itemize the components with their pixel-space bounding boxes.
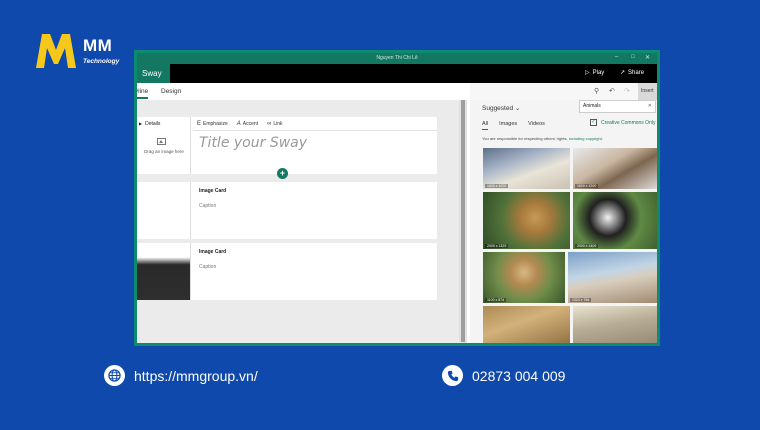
share-icon: ↗: [620, 70, 626, 76]
undo-icon[interactable]: ↶: [609, 87, 615, 95]
search-input[interactable]: Animals ✕: [579, 100, 656, 113]
brand-name: MM: [83, 36, 113, 55]
filter-images[interactable]: Images: [499, 121, 517, 130]
image-card[interactable]: Image Card Caption: [137, 182, 437, 239]
accent-icon: A: [236, 121, 241, 127]
image-thumbnail[interactable]: 1600 x 1000: [483, 148, 570, 189]
image-thumbnail[interactable]: 1600 x 1200: [573, 148, 657, 189]
mm-logo: MM Technology: [36, 34, 126, 70]
website-contact: https://mmgroup.vn/: [104, 365, 258, 386]
phone-number[interactable]: 02873 004 009: [472, 368, 565, 384]
title-card[interactable]: ▶ Details Drag an image here E Emphasize A…: [137, 117, 437, 174]
emphasize-icon: E: [197, 121, 202, 127]
clear-icon[interactable]: ✕: [648, 101, 652, 112]
link-icon: ∞: [267, 121, 272, 127]
app-name: Sway: [137, 64, 170, 83]
link-button[interactable]: ∞ Link: [267, 121, 282, 127]
app-bar: Sway ▷ Play ↗ Share ⋮: [137, 64, 657, 83]
phone-icon: [442, 365, 463, 386]
image-icon: [157, 138, 166, 145]
minimize-icon[interactable]: –: [615, 54, 618, 60]
card-heading: Image Card: [199, 249, 227, 255]
share-button[interactable]: ↗ Share: [620, 64, 644, 83]
details-toggle[interactable]: ▶ Details: [139, 121, 160, 127]
card-caption-input[interactable]: Caption: [199, 203, 216, 209]
play-button[interactable]: ▷ Play: [585, 64, 604, 83]
emphasize-button[interactable]: E Emphasize: [197, 121, 228, 127]
scrollbar[interactable]: [459, 100, 467, 343]
sway-window: Nguyen Thi Chi Lê – □ ✕ Sway ▷ Play ↗ Sh…: [134, 50, 660, 346]
card-caption-input[interactable]: Caption: [199, 264, 216, 270]
image-drop-area[interactable]: [137, 182, 191, 239]
insert-panel: ⚲ ↶ ↷ Insert Suggested ⌄ Animals ✕ All Im…: [470, 83, 657, 343]
m-logo-icon: [36, 34, 76, 68]
image-thumbnail[interactable]: [573, 306, 657, 343]
filter-videos[interactable]: Videos: [528, 121, 545, 130]
rights-notice: You are responsible for respecting other…: [482, 136, 603, 141]
window-title: Nguyen Thi Chi Lê: [376, 55, 418, 61]
view-tabs: Storyline Design: [137, 83, 467, 100]
image-thumbnail[interactable]: 1100 x 874: [483, 252, 565, 303]
caret-right-icon: ▶: [139, 121, 143, 126]
storyline-canvas: ▶ Details Drag an image here E Emphasize A…: [137, 100, 459, 343]
globe-icon: [104, 365, 125, 386]
redo-icon[interactable]: ↷: [624, 87, 630, 95]
image-thumbnail[interactable]: [483, 306, 570, 343]
panel-toolbar: ⚲ ↶ ↷ Insert: [470, 83, 657, 100]
more-options-icon[interactable]: ⋮: [655, 64, 657, 83]
image-thumbnail[interactable]: 2000 x 1329: [483, 192, 570, 249]
creative-commons-label: Creative Commons Only: [601, 120, 656, 126]
search-icon[interactable]: ⚲: [594, 87, 599, 95]
media-filters: All Images Videos: [482, 121, 545, 130]
insert-button[interactable]: Insert: [638, 83, 657, 100]
sway-title-input[interactable]: Title your Sway: [199, 135, 307, 151]
image-thumbnail[interactable]: 2000 x 1409: [573, 192, 657, 249]
accent-button[interactable]: A Accent: [237, 121, 258, 127]
image-card[interactable]: Image Card Caption: [137, 243, 437, 300]
suggested-dropdown[interactable]: Suggested ⌄: [482, 104, 520, 112]
tab-storyline[interactable]: Storyline: [137, 88, 149, 99]
scrollbar-thumb[interactable]: [461, 100, 465, 342]
image-drop-area[interactable]: [137, 243, 191, 300]
play-label: Play: [592, 70, 605, 76]
card-heading: Image Card: [199, 188, 227, 194]
creative-commons-checkbox[interactable]: ✓: [590, 119, 597, 126]
filter-all[interactable]: All: [482, 121, 489, 130]
divider: [193, 130, 437, 131]
tab-design[interactable]: Design: [161, 88, 181, 95]
share-label: Share: [628, 70, 645, 76]
brand-tagline: Technology: [83, 58, 120, 65]
chevron-down-icon: ⌄: [514, 105, 521, 112]
drag-image-hint: Drag an image here: [144, 149, 184, 154]
phone-contact: 02873 004 009: [442, 365, 565, 386]
title-bar: Nguyen Thi Chi Lê – □ ✕: [137, 53, 657, 64]
format-toolbar: E Emphasize A Accent ∞ Link: [197, 121, 283, 127]
copyright-link[interactable]: including copyright.: [569, 136, 603, 141]
add-card-button[interactable]: +: [277, 168, 288, 179]
website-link[interactable]: https://mmgroup.vn/: [134, 368, 258, 384]
close-icon[interactable]: ✕: [645, 54, 650, 61]
play-icon: ▷: [585, 70, 590, 76]
image-thumbnail[interactable]: 1024 x 768: [568, 252, 657, 303]
maximize-icon[interactable]: □: [631, 54, 635, 60]
details-column: ▶ Details Drag an image here: [137, 117, 191, 174]
